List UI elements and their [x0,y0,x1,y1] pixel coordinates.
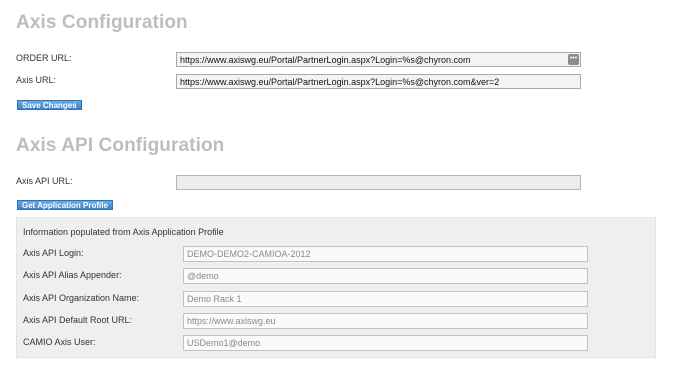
axis-api-url-field[interactable] [176,175,581,190]
api-login-label: Axis API Login: [23,248,84,258]
keyboard-icon[interactable]: ••• [568,54,579,65]
info-text: Information populated from Axis Applicat… [23,227,224,237]
api-alias-appender-label: Axis API Alias Appender: [23,270,122,280]
axis-api-url-label: Axis API URL: [16,176,73,186]
order-url-field[interactable]: https://www.axiswg.eu/Portal/PartnerLogi… [176,52,581,67]
order-url-value: https://www.axiswg.eu/Portal/PartnerLogi… [180,55,471,65]
save-changes-button[interactable]: Save Changes [17,100,82,110]
axis-configuration-heading: Axis Configuration [16,12,188,33]
axis-url-field[interactable]: https://www.axiswg.eu/Portal/PartnerLogi… [176,74,581,89]
api-alias-appender-value: @demo [187,271,219,281]
camio-axis-user-field[interactable]: USDemo1@demo [183,335,588,351]
api-organization-name-label: Axis API Organization Name: [23,293,140,303]
api-default-root-url-field[interactable]: https://www.axiswg.eu [183,313,588,329]
axis-api-configuration-heading: Axis API Configuration [16,135,225,156]
camio-axis-user-value: USDemo1@demo [187,338,261,348]
api-organization-name-field[interactable]: Demo Rack 1 [183,291,588,307]
api-login-value: DEMO-DEMO2-CAMIOA-2012 [187,249,311,259]
api-alias-appender-field[interactable]: @demo [183,268,588,284]
axis-url-value: https://www.axiswg.eu/Portal/PartnerLogi… [180,77,500,87]
axis-url-label: Axis URL: [16,75,57,85]
application-profile-panel: Information populated from Axis Applicat… [16,217,656,358]
get-application-profile-button[interactable]: Get Application Profile [17,200,113,210]
api-login-field[interactable]: DEMO-DEMO2-CAMIOA-2012 [183,246,588,262]
api-organization-name-value: Demo Rack 1 [187,294,242,304]
api-default-root-url-label: Axis API Default Root URL: [23,315,133,325]
camio-axis-user-label: CAMIO Axis User: [23,337,96,347]
api-default-root-url-value: https://www.axiswg.eu [187,316,276,326]
order-url-label: ORDER URL: [16,53,72,63]
